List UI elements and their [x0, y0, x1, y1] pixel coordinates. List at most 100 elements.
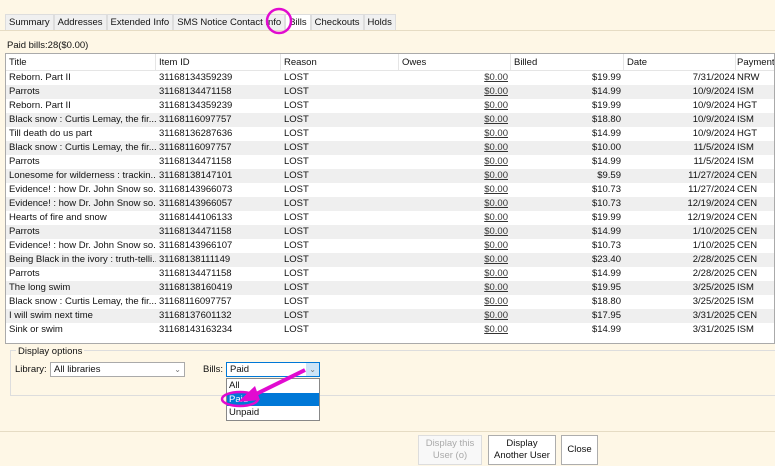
table-row[interactable]: Black snow : Curtis Lemay, the fir... 311… — [6, 113, 774, 127]
cell-owes[interactable]: $0.00 — [399, 267, 511, 281]
cell-owes[interactable]: $0.00 — [399, 183, 511, 197]
table-row[interactable]: Reborn. Part II 31168134359239 LOST $0.00 $1… — [6, 71, 774, 85]
table-row[interactable]: I will swim next time 31168137601132 LOST $… — [6, 309, 774, 323]
bills-option-all[interactable]: All — [227, 379, 319, 393]
close-button[interactable]: Close — [561, 435, 598, 465]
cell-owes[interactable]: $0.00 — [399, 239, 511, 253]
cell-owes[interactable]: $0.00 — [399, 155, 511, 169]
table-row[interactable]: Lonesome for wilderness : trackin... 3116… — [6, 169, 774, 183]
owes-link[interactable]: $0.00 — [484, 128, 508, 139]
cell-item-id: 31168134359239 — [159, 100, 233, 111]
table-row[interactable]: Black snow : Curtis Lemay, the fir... 311… — [6, 295, 774, 309]
cell-owes[interactable]: $0.00 — [399, 253, 511, 267]
bills-select[interactable]: Paid ⌄ — [226, 362, 320, 377]
table-row[interactable]: Being Black in the ivory : truth-telli..… — [6, 253, 774, 267]
owes-link[interactable]: $0.00 — [484, 100, 508, 111]
cell-billed: $9.59 — [597, 170, 621, 181]
cell-owes[interactable]: $0.00 — [399, 281, 511, 295]
bills-option-unpaid[interactable]: Unpaid — [227, 406, 319, 420]
bills-summary: Paid bills:28($0.00) — [7, 40, 89, 51]
column-header-reason[interactable]: Reason — [281, 54, 399, 70]
table-row[interactable]: Parrots 31168134471158 LOST $0.00 $14.99 2/28… — [6, 267, 774, 281]
column-header-date[interactable]: Date — [624, 54, 736, 70]
owes-link[interactable]: $0.00 — [484, 240, 508, 251]
cell-item-id: 31168116097757 — [159, 296, 232, 307]
tab-summary[interactable]: Summary — [5, 14, 54, 30]
cell-owes[interactable]: $0.00 — [399, 99, 511, 113]
cell-title: Parrots — [9, 156, 40, 167]
cell-owes[interactable]: $0.00 — [399, 169, 511, 183]
owes-link[interactable]: $0.00 — [484, 86, 508, 97]
tab-extended-info[interactable]: Extended Info — [106, 14, 174, 30]
bills-option-paid[interactable]: Paid — [227, 392, 319, 406]
cell-owes[interactable]: $0.00 — [399, 71, 511, 85]
owes-link[interactable]: $0.00 — [484, 184, 508, 195]
column-header-owes[interactable]: Owes — [399, 54, 511, 70]
display-this-user-button[interactable]: Display this User (o) — [418, 435, 482, 465]
cell-billed: $18.80 — [591, 296, 621, 307]
tab-checkouts[interactable]: Checkouts — [310, 14, 364, 30]
cell-reason: LOST — [284, 72, 309, 83]
cell-owes[interactable]: $0.00 — [399, 295, 511, 309]
owes-link[interactable]: $0.00 — [484, 296, 508, 307]
table-row[interactable]: Black snow : Curtis Lemay, the fir... 311… — [6, 141, 774, 155]
owes-link[interactable]: $0.00 — [484, 212, 508, 223]
cell-billed: $23.40 — [591, 254, 621, 265]
owes-link[interactable]: $0.00 — [484, 114, 508, 125]
column-header-item-id[interactable]: Item ID — [156, 54, 281, 70]
owes-link[interactable]: $0.00 — [484, 268, 508, 279]
cell-payment: HGT — [737, 100, 758, 111]
table-row[interactable]: The long swim 31168138160419 LOST $0.00 $19.… — [6, 281, 774, 295]
owes-link[interactable]: $0.00 — [484, 254, 508, 265]
tab-holds[interactable]: Holds — [363, 14, 396, 30]
owes-link[interactable]: $0.00 — [484, 226, 508, 237]
cell-payment: CEN — [737, 226, 758, 237]
owes-link[interactable]: $0.00 — [484, 72, 508, 83]
cell-owes[interactable]: $0.00 — [399, 323, 511, 337]
cell-date: 1/10/2025 — [692, 240, 735, 251]
column-header-billed[interactable]: Billed — [511, 54, 624, 70]
column-header-payment[interactable]: Payment — [736, 54, 774, 70]
cell-owes[interactable]: $0.00 — [399, 113, 511, 127]
cell-owes[interactable]: $0.00 — [399, 141, 511, 155]
cell-owes[interactable]: $0.00 — [399, 225, 511, 239]
tab-bills[interactable]: Bills — [285, 14, 311, 30]
owes-link[interactable]: $0.00 — [484, 142, 508, 153]
owes-link[interactable]: $0.00 — [484, 324, 508, 335]
chevron-down-icon: ⌄ — [174, 365, 181, 374]
tab-addresses[interactable]: Addresses — [53, 14, 107, 30]
cell-owes[interactable]: $0.00 — [399, 309, 511, 323]
owes-link[interactable]: $0.00 — [484, 156, 508, 167]
cell-billed: $19.99 — [591, 212, 621, 223]
table-row[interactable]: Evidence! : how Dr. John Snow so... 31168… — [6, 183, 774, 197]
table-row[interactable]: Parrots 31168134471158 LOST $0.00 $14.99 1/10… — [6, 225, 774, 239]
table-row[interactable]: Sink or swim 31168143163234 LOST $0.00 $14.9… — [6, 323, 774, 337]
table-row[interactable]: Reborn. Part II 31168134359239 LOST $0.00 $1… — [6, 99, 774, 113]
chevron-down-icon[interactable]: ⌄ — [306, 363, 319, 376]
cell-owes[interactable]: $0.00 — [399, 85, 511, 99]
cell-owes[interactable]: $0.00 — [399, 211, 511, 225]
table-row[interactable]: Parrots 31168134471158 LOST $0.00 $14.99 10/9… — [6, 85, 774, 99]
tab-sms-notice-contact-info[interactable]: SMS Notice Contact Info — [173, 14, 286, 30]
cell-owes[interactable]: $0.00 — [399, 127, 511, 141]
owes-link[interactable]: $0.00 — [484, 310, 508, 321]
display-options-title: Display options — [16, 346, 85, 357]
cell-title: Black snow : Curtis Lemay, the fir... — [9, 142, 156, 153]
cell-item-id: 31168134471158 — [159, 156, 232, 167]
owes-link[interactable]: $0.00 — [484, 170, 508, 181]
column-header-title[interactable]: Title — [6, 54, 156, 70]
cell-owes[interactable]: $0.00 — [399, 197, 511, 211]
owes-link[interactable]: $0.00 — [484, 282, 508, 293]
cell-title: Being Black in the ivory : truth-telli..… — [9, 254, 156, 265]
display-another-user-button[interactable]: Display Another User — [488, 435, 556, 465]
cell-title: Black snow : Curtis Lemay, the fir... — [9, 296, 156, 307]
cell-date: 10/9/2024 — [692, 86, 735, 97]
library-select[interactable]: All libraries ⌄ — [50, 362, 185, 377]
table-row[interactable]: Parrots 31168134471158 LOST $0.00 $14.99 11/5… — [6, 155, 774, 169]
owes-link[interactable]: $0.00 — [484, 198, 508, 209]
table-row[interactable]: Till death do us part 31168136287636 LOST $… — [6, 127, 774, 141]
table-row[interactable]: Evidence! : how Dr. John Snow so... 31168… — [6, 197, 774, 211]
table-row[interactable]: Hearts of fire and snow 31168144106133 LOS… — [6, 211, 774, 225]
table-row[interactable]: Evidence! : how Dr. John Snow so... 31168… — [6, 239, 774, 253]
cell-billed: $10.73 — [591, 198, 621, 209]
